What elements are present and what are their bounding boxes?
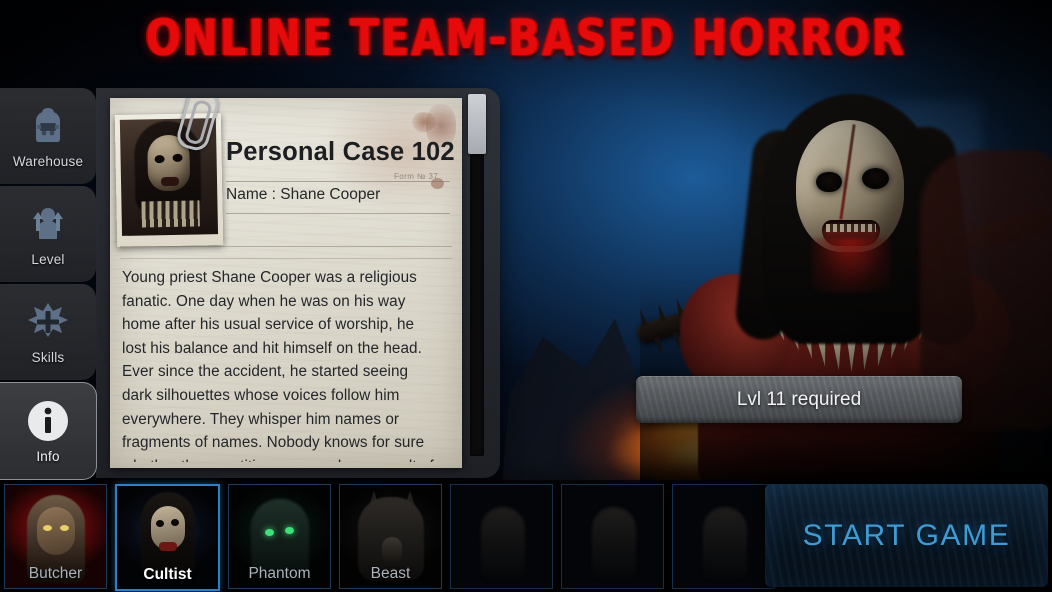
level-required-text: Lvl 11 required <box>736 388 862 410</box>
character-slot-locked-3[interactable] <box>672 484 775 589</box>
character-slot-locked-2[interactable] <box>561 484 664 589</box>
character-slot-beast[interactable]: Beast <box>339 484 442 589</box>
character-slot-butcher[interactable]: Butcher <box>4 484 107 589</box>
photo-mouth <box>160 176 180 187</box>
photo-necklace <box>141 200 200 228</box>
divider <box>226 181 450 182</box>
case-title: Personal Case 102 <box>226 138 455 166</box>
divider <box>120 258 452 259</box>
scrollbar-thumb[interactable] <box>468 94 486 154</box>
case-file-card: Personal Case 102 Form № 37 Name : Shane… <box>110 98 462 468</box>
skill-star-icon <box>23 299 73 345</box>
character-slot-label: Cultist <box>143 566 192 583</box>
story-scrollbar[interactable] <box>468 94 486 456</box>
bottom-bar: Butcher Cultist Phantom Beast START GAME <box>0 480 1052 592</box>
case-name-line: Name : Shane Cooper <box>226 186 381 203</box>
character-slot-cultist[interactable]: Cultist <box>115 484 220 591</box>
sidebar-item-label: Level <box>31 252 65 267</box>
character-select-row: Butcher Cultist Phantom Beast <box>4 484 775 591</box>
level-up-icon <box>23 201 73 247</box>
sidebar-item-warehouse[interactable]: Warehouse <box>0 88 96 184</box>
character-slot-phantom[interactable]: Phantom <box>228 484 331 589</box>
divider <box>120 246 452 247</box>
sidebar-item-label: Info <box>36 449 60 464</box>
info-panel: Personal Case 102 Form № 37 Name : Shane… <box>96 88 500 478</box>
locked-portrait <box>451 485 552 588</box>
character-slot-label: Beast <box>370 565 411 582</box>
character-slot-label: Butcher <box>28 565 83 582</box>
character-slot-label: Phantom <box>248 565 311 582</box>
case-story-text: Young priest Shane Cooper was a religiou… <box>122 269 434 462</box>
locked-portrait <box>562 485 663 588</box>
sidebar-item-label: Skills <box>31 350 65 365</box>
info-circle-icon <box>23 398 73 444</box>
sidebar-nav: Warehouse Level Skills Info <box>0 88 97 482</box>
backpack-icon <box>23 103 73 149</box>
level-required-banner: Lvl 11 required <box>636 376 962 423</box>
game-tagline: ONLINE TEAM-BASED HORROR <box>145 8 907 68</box>
character-slot-locked-1[interactable] <box>450 484 553 589</box>
sidebar-item-label: Warehouse <box>12 154 84 169</box>
start-game-button[interactable]: START GAME <box>765 484 1048 587</box>
divider <box>226 213 450 214</box>
sidebar-item-level[interactable]: Level <box>0 186 96 282</box>
sidebar-item-info[interactable]: Info <box>0 382 97 480</box>
game-main-menu-screen: ONLINE TEAM-BASED HORROR Warehouse Level… <box>0 0 1052 592</box>
form-number: Form № 37 <box>394 172 439 181</box>
tagline-container: ONLINE TEAM-BASED HORROR <box>0 9 1052 68</box>
start-game-label: START GAME <box>802 518 1011 552</box>
locked-portrait <box>673 485 774 588</box>
sidebar-item-skills[interactable]: Skills <box>0 284 96 380</box>
